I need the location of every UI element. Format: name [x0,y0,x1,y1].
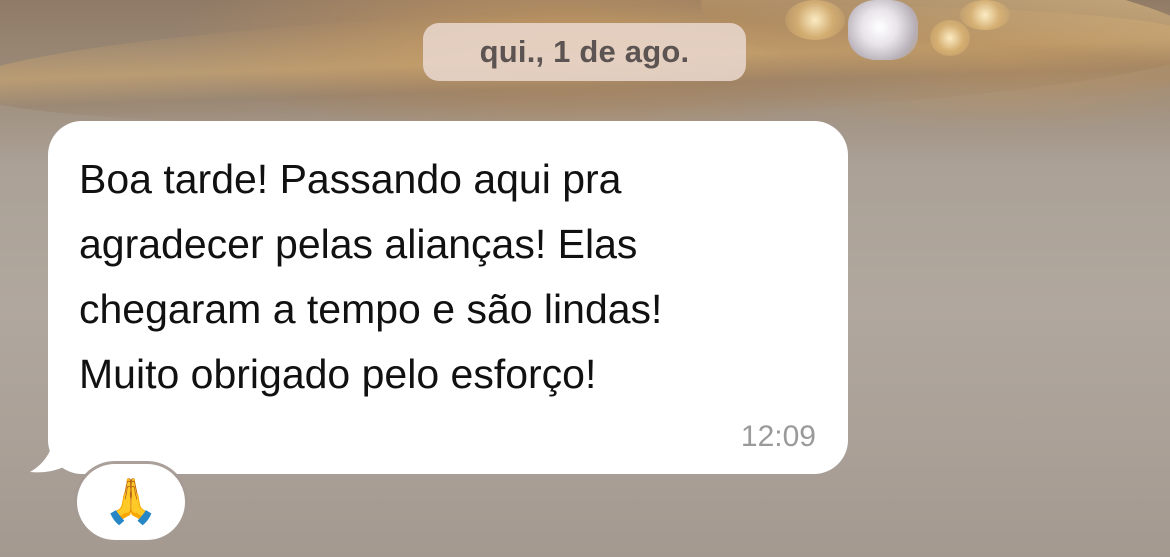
message-line: Boa tarde! Passando aqui pra [79,156,622,202]
wallpaper-sparkle [930,20,970,56]
wallpaper-diamond [848,0,918,60]
message-text: Boa tarde! Passando aqui pra agradecer p… [79,147,818,407]
message-line: Muito obrigado pelo esforço! [79,351,597,397]
message-line: chegaram a tempo e são lindas! [79,286,663,332]
incoming-message-bubble[interactable]: Boa tarde! Passando aqui pra agradecer p… [48,121,848,474]
praying-hands-icon: 🙏 [103,477,159,526]
date-separator-label: qui., 1 de ago. [479,34,690,69]
chat-background: qui., 1 de ago. Boa tarde! Passando aqui… [0,0,1170,557]
message-reaction[interactable]: 🙏 [77,464,185,540]
wallpaper-sparkle [960,0,1010,30]
date-separator: qui., 1 de ago. [423,23,746,81]
message-timestamp: 12:09 [740,420,816,453]
wallpaper-sparkle [785,0,845,40]
message-line: agradecer pelas alianças! Elas [79,221,638,267]
